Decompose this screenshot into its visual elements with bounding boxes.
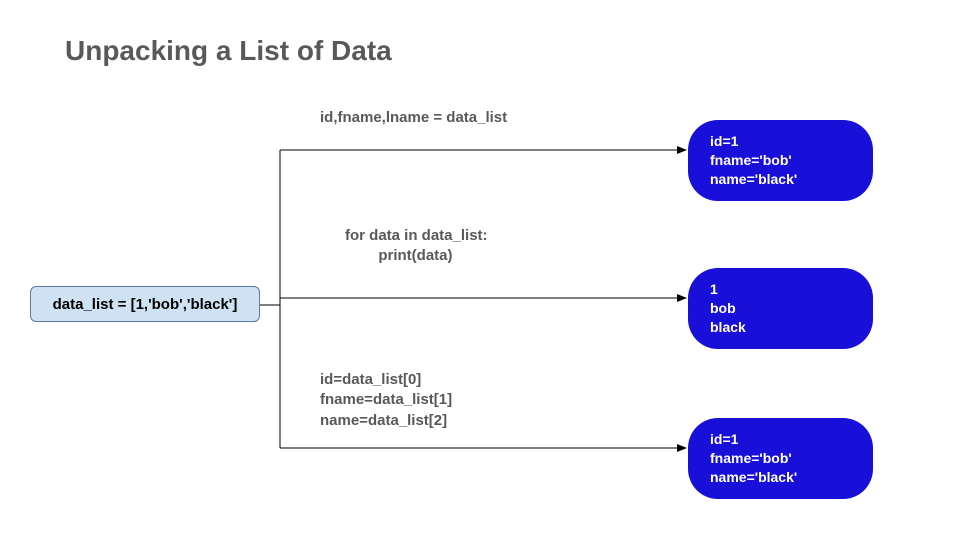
slide-title: Unpacking a List of Data: [65, 35, 392, 67]
output-unpack: id=1 fname='bob' name='black': [688, 120, 873, 201]
output-index: id=1 fname='bob' name='black': [688, 418, 873, 499]
code-index: id=data_list[0] fname=data_list[1] name=…: [320, 370, 452, 431]
code-unpack: id,fname,lname = data_list: [320, 108, 507, 128]
source-list-box: data_list = [1,'bob','black']: [30, 286, 260, 322]
output-forloop: 1 bob black: [688, 268, 873, 349]
code-forloop: for data in data_list: print(data): [345, 226, 488, 267]
slide: Unpacking a List of Data data_list = [1,…: [0, 0, 960, 540]
